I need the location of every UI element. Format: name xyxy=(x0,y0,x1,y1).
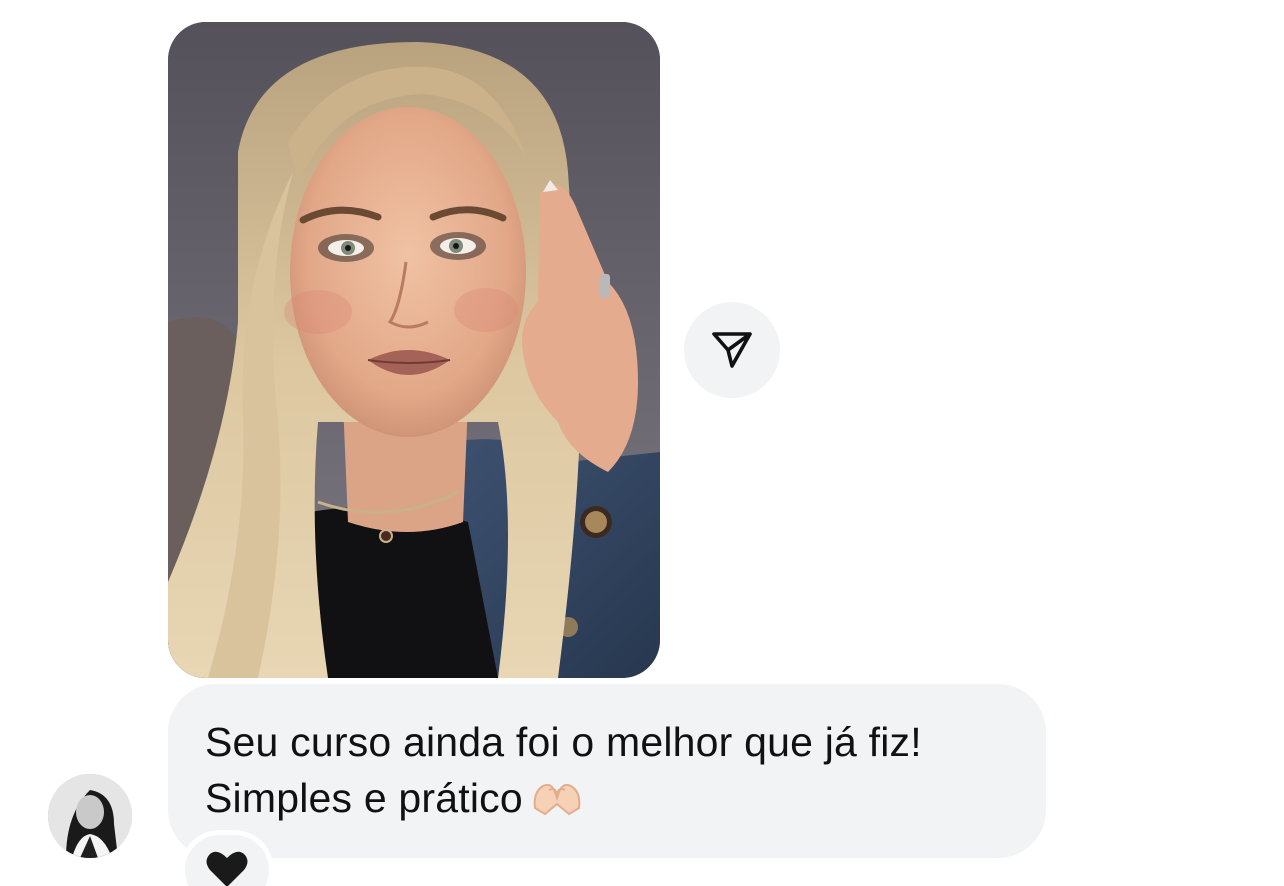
dm-thread: Seu curso ainda foi o melhor que já fiz!… xyxy=(0,0,1284,886)
portrait-image xyxy=(168,22,660,678)
sender-avatar[interactable] xyxy=(48,774,132,858)
message-line-2-text: Simples e prático xyxy=(205,775,523,821)
message-bubble[interactable]: Seu curso ainda foi o melhor que já fiz!… xyxy=(168,684,1046,858)
heart-hands-emoji-icon xyxy=(529,776,585,832)
shared-photo[interactable] xyxy=(168,22,660,678)
send-icon xyxy=(712,332,752,368)
message-line-1: Seu curso ainda foi o melhor que já fiz! xyxy=(205,719,922,765)
black-heart-icon xyxy=(206,851,248,886)
avatar-image xyxy=(48,774,132,858)
share-button[interactable] xyxy=(684,302,780,398)
message-line-2: Simples e prático xyxy=(205,770,1010,832)
